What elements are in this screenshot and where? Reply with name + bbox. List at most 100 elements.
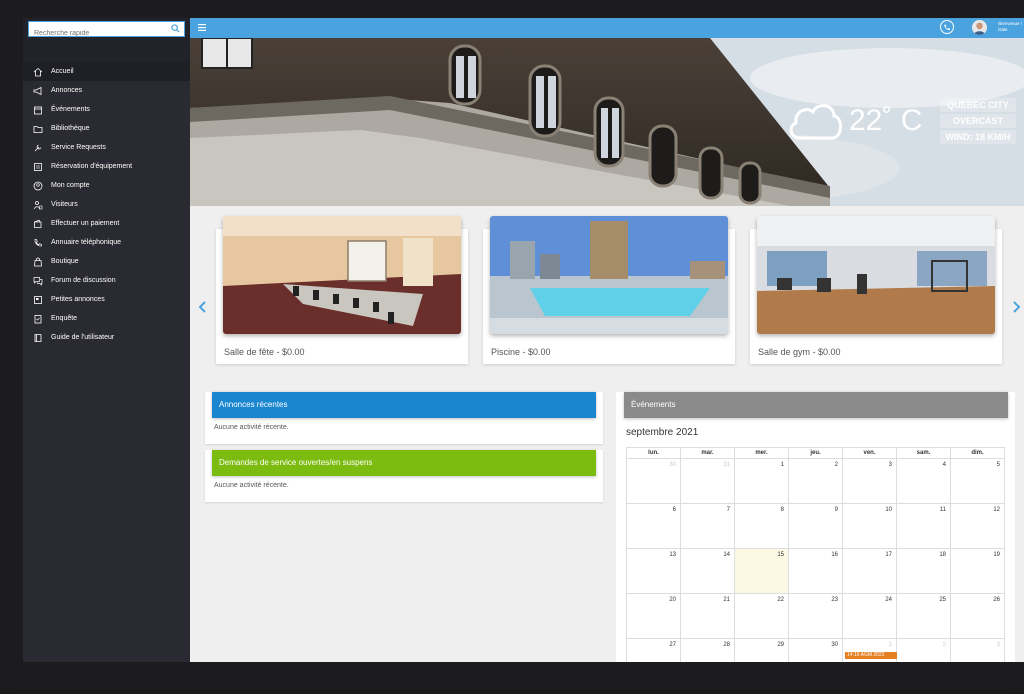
calendar-day[interactable]: 13 xyxy=(626,548,681,594)
calendar-day-today[interactable]: 15 xyxy=(734,548,789,594)
calendar-day[interactable]: 22 xyxy=(734,593,789,639)
phone-icon xyxy=(33,238,43,248)
calendar-event[interactable]: 14:16 AGM 2022 xyxy=(845,652,897,659)
party-room-image xyxy=(223,216,461,334)
search-input[interactable] xyxy=(29,26,164,41)
sidebar-item-annuaire[interactable]: Annuaire téléphonique xyxy=(23,233,190,252)
chat-icon xyxy=(33,276,43,286)
sidebar-item-label: Bibliothèque xyxy=(51,125,90,132)
calendar-day[interactable]: 9 xyxy=(788,503,843,549)
calendar-day[interactable]: 20 xyxy=(626,593,681,639)
calendar-day[interactable]: 3 xyxy=(950,638,1005,662)
calendar-week: 13 14 15 16 17 18 19 xyxy=(626,548,1005,594)
search-box xyxy=(28,21,185,41)
user-circle-icon xyxy=(33,181,43,191)
calendar-day[interactable]: 1 14:16 AGM 2022 xyxy=(842,638,897,662)
calendar-day[interactable]: 10 xyxy=(842,503,897,549)
calendar-day[interactable]: 17 xyxy=(842,548,897,594)
sidebar-item-petites-annonces[interactable]: Petites annonces xyxy=(23,290,190,309)
calendar-day[interactable]: 11 xyxy=(896,503,951,549)
chevron-left-icon[interactable] xyxy=(198,301,207,313)
calendar-day[interactable]: 14 xyxy=(680,548,735,594)
calendar-day[interactable]: 31 xyxy=(680,458,735,504)
amenity-card[interactable]: Piscine - $0.00 xyxy=(483,216,735,364)
sidebar-item-annonces[interactable]: Annonces xyxy=(23,81,190,100)
avatar[interactable] xyxy=(972,20,987,35)
calendar-day[interactable]: 19 xyxy=(950,548,1005,594)
sidebar-item-label: Annonces xyxy=(51,87,83,94)
calendar-day[interactable]: 4 xyxy=(896,458,951,504)
amenity-card[interactable]: Salle de gym - $0.00 xyxy=(750,216,1002,364)
calendar-day[interactable]: 29 xyxy=(734,638,789,662)
device-frame: Accueil Annonces Événements Bibliothèque… xyxy=(0,0,1024,694)
day-number: 1 xyxy=(888,642,892,648)
calendar-day[interactable]: 30 xyxy=(788,638,843,662)
day-header: mer. xyxy=(734,447,789,459)
amenity-caption: Piscine - $0.00 xyxy=(491,347,551,357)
calendar-day[interactable]: 16 xyxy=(788,548,843,594)
calendar-day[interactable]: 25 xyxy=(896,593,951,639)
calendar-day[interactable]: 2 xyxy=(896,638,951,662)
sidebar-item-evenements[interactable]: Événements xyxy=(23,100,190,119)
calendar-day[interactable]: 5 xyxy=(950,458,1005,504)
calendar-day[interactable]: 3 xyxy=(842,458,897,504)
calendar-day[interactable]: 1 xyxy=(734,458,789,504)
day-header: jeu. xyxy=(788,447,843,459)
amenities-carousel: Salle de fête - $0.00 Piscine - $0.00 Sa… xyxy=(190,206,1024,371)
sidebar-item-label: Événements xyxy=(51,106,90,113)
sidebar-item-accueil[interactable]: Accueil xyxy=(23,62,190,81)
sidebar-item-label: Réservation d'équipement xyxy=(51,163,133,170)
app-screen: Accueil Annonces Événements Bibliothèque… xyxy=(23,18,1024,662)
calendar-day[interactable]: 23 xyxy=(788,593,843,639)
calendar-day[interactable]: 2 xyxy=(788,458,843,504)
sidebar-item-label: Effectuer un paiement xyxy=(51,220,120,227)
calendar-day[interactable]: 24 xyxy=(842,593,897,639)
calendar-day[interactable]: 26 xyxy=(950,593,1005,639)
day-header: ven. xyxy=(842,447,897,459)
calendar-day[interactable]: 28 xyxy=(680,638,735,662)
menu-icon[interactable] xyxy=(198,24,206,31)
search-icon[interactable] xyxy=(171,24,180,33)
sidebar-item-paiement[interactable]: Effectuer un paiement xyxy=(23,214,190,233)
amenity-card[interactable]: Salle de fête - $0.00 xyxy=(216,216,468,364)
calendar-day[interactable]: 12 xyxy=(950,503,1005,549)
sidebar-item-forum[interactable]: Forum de discussion xyxy=(23,271,190,290)
sidebar-item-enquete[interactable]: Enquête xyxy=(23,309,190,328)
sidebar-item-guide[interactable]: Guide de l'utilisateur xyxy=(23,328,190,347)
sidebar-item-bibliotheque[interactable]: Bibliothèque xyxy=(23,119,190,138)
home-icon xyxy=(33,67,43,77)
sidebar-item-visiteurs[interactable]: Visiteurs xyxy=(23,195,190,214)
calendar-month: septembre 2021 xyxy=(626,427,699,438)
sidebar-item-label: Annuaire téléphonique xyxy=(51,239,122,246)
chevron-right-icon[interactable] xyxy=(1012,301,1021,313)
top-bar: Bienvenue ! Dale xyxy=(190,18,1024,38)
panel-header[interactable]: Demandes de service ouvertes/en suspens xyxy=(212,450,596,476)
calendar-day[interactable]: 8 xyxy=(734,503,789,549)
sidebar-header xyxy=(23,18,190,62)
calendar-day[interactable]: 21 xyxy=(680,593,735,639)
folder-icon xyxy=(33,124,43,134)
sidebar-item-mon-compte[interactable]: Mon compte xyxy=(23,176,190,195)
sidebar-item-boutique[interactable]: Boutique xyxy=(23,252,190,271)
sidebar-item-label: Visiteurs xyxy=(51,201,78,208)
sidebar-item-label: Accueil xyxy=(51,68,74,75)
sidebar-item-service-requests[interactable]: Service Requests xyxy=(23,138,190,157)
calendar-day[interactable]: 18 xyxy=(896,548,951,594)
payment-icon xyxy=(33,219,43,229)
welcome-text[interactable]: Bienvenue ! Dale xyxy=(998,21,1022,33)
panel-header[interactable]: Événements xyxy=(624,392,1008,418)
gym-image xyxy=(757,216,995,334)
weather-condition: OVERCAST xyxy=(940,114,1016,128)
events-panel: Événements septembre 2021 lun. mar. mer.… xyxy=(616,392,1015,662)
calendar-week: 6 7 8 9 10 11 12 xyxy=(626,503,1005,549)
calendar-day[interactable]: 7 xyxy=(680,503,735,549)
day-header: lun. xyxy=(626,447,681,459)
calendar-day[interactable]: 30 xyxy=(626,458,681,504)
sidebar-item-reservation[interactable]: Réservation d'équipement xyxy=(23,157,190,176)
calendar-day[interactable]: 6 xyxy=(626,503,681,549)
panel-header[interactable]: Annonces récentes xyxy=(212,392,596,418)
cloud-icon xyxy=(789,104,842,140)
user-name: Dale xyxy=(998,27,1008,32)
phone-button[interactable] xyxy=(940,20,954,34)
calendar-day[interactable]: 27 xyxy=(626,638,681,662)
